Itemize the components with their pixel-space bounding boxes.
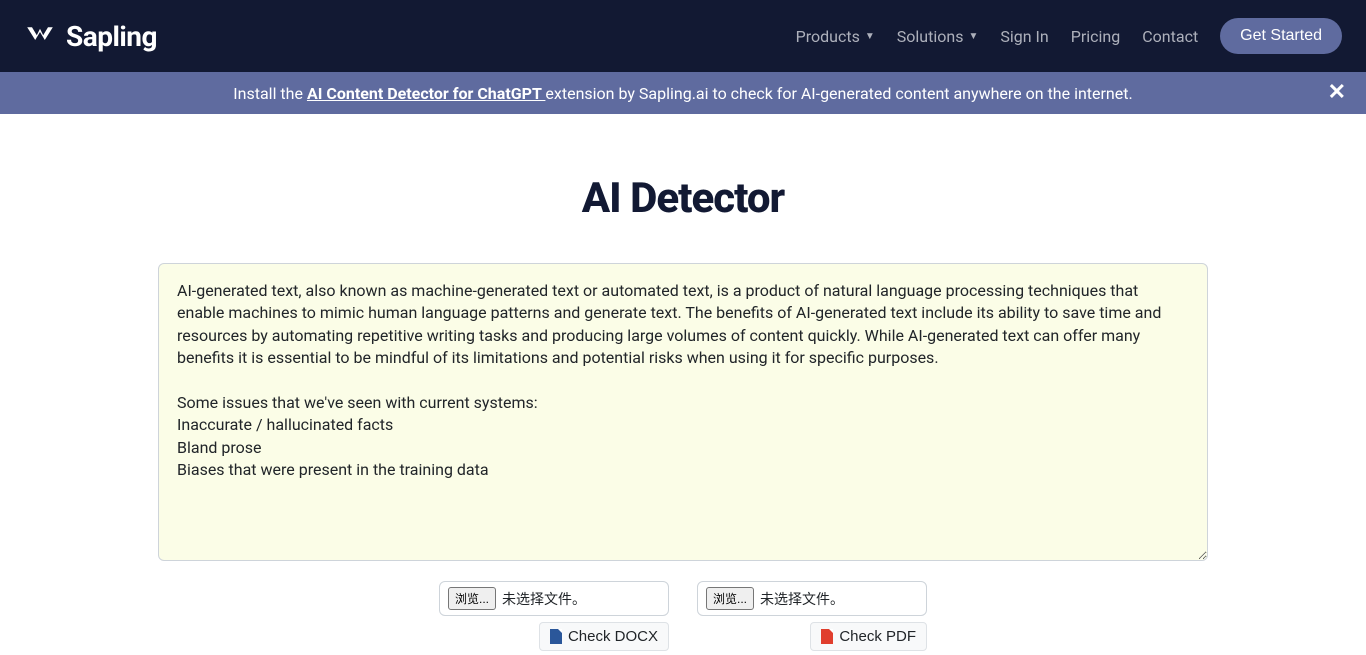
close-icon[interactable]: ✕ (1328, 82, 1346, 104)
pdf-browse-button[interactable]: 浏览... (706, 587, 754, 610)
brand-name: Sapling (66, 20, 157, 53)
get-started-button[interactable]: Get Started (1220, 18, 1342, 54)
detector-textarea[interactable] (158, 263, 1208, 561)
docx-browse-button[interactable]: 浏览... (448, 587, 496, 610)
check-pdf-label: Check PDF (839, 628, 916, 645)
docx-file-icon (550, 629, 562, 644)
nav-pricing-label: Pricing (1071, 27, 1121, 46)
navbar: Sapling Products ▼ Solutions ▼ Sign In P… (0, 0, 1366, 72)
docx-file-input[interactable]: 浏览... 未选择文件。 (439, 581, 669, 616)
banner-text: Install the AI Content Detector for Chat… (233, 84, 1132, 103)
nav-signin[interactable]: Sign In (1000, 27, 1048, 46)
pdf-file-icon (821, 629, 833, 644)
nav-links: Products ▼ Solutions ▼ Sign In Pricing C… (796, 18, 1342, 54)
file-check-row: 浏览... 未选择文件。 Check DOCX 浏览... 未选择文件。 Che… (158, 581, 1208, 651)
nav-contact[interactable]: Contact (1142, 27, 1198, 46)
pdf-column: 浏览... 未选择文件。 Check PDF (697, 581, 927, 651)
banner-suffix: extension by Sapling.ai to check for AI-… (545, 84, 1132, 103)
nav-products[interactable]: Products ▼ (796, 27, 875, 46)
chevron-down-icon: ▼ (865, 31, 875, 42)
docx-column: 浏览... 未选择文件。 Check DOCX (439, 581, 669, 651)
brand-logo[interactable]: Sapling (24, 20, 157, 53)
pdf-file-input[interactable]: 浏览... 未选择文件。 (697, 581, 927, 616)
nav-signin-label: Sign In (1000, 27, 1048, 46)
check-docx-label: Check DOCX (568, 628, 658, 645)
banner-prefix: Install the (233, 84, 307, 103)
check-docx-button[interactable]: Check DOCX (539, 622, 669, 651)
page-title: AI Detector (98, 174, 1268, 223)
nav-contact-label: Contact (1142, 27, 1198, 46)
promo-banner: Install the AI Content Detector for Chat… (0, 72, 1366, 114)
banner-link[interactable]: AI Content Detector for ChatGPT (307, 84, 545, 103)
chevron-down-icon: ▼ (968, 31, 978, 42)
nav-products-label: Products (796, 27, 860, 46)
sapling-logo-icon (24, 24, 56, 48)
nav-solutions-label: Solutions (897, 27, 964, 46)
nav-solutions[interactable]: Solutions ▼ (897, 27, 979, 46)
textarea-wrapper (158, 263, 1208, 565)
nav-pricing[interactable]: Pricing (1071, 27, 1121, 46)
docx-file-status: 未选择文件。 (502, 589, 586, 609)
check-pdf-button[interactable]: Check PDF (810, 622, 927, 651)
main-container: AI Detector 浏览... 未选择文件。 Check DOCX 浏览..… (78, 174, 1288, 651)
pdf-file-status: 未选择文件。 (760, 589, 844, 609)
